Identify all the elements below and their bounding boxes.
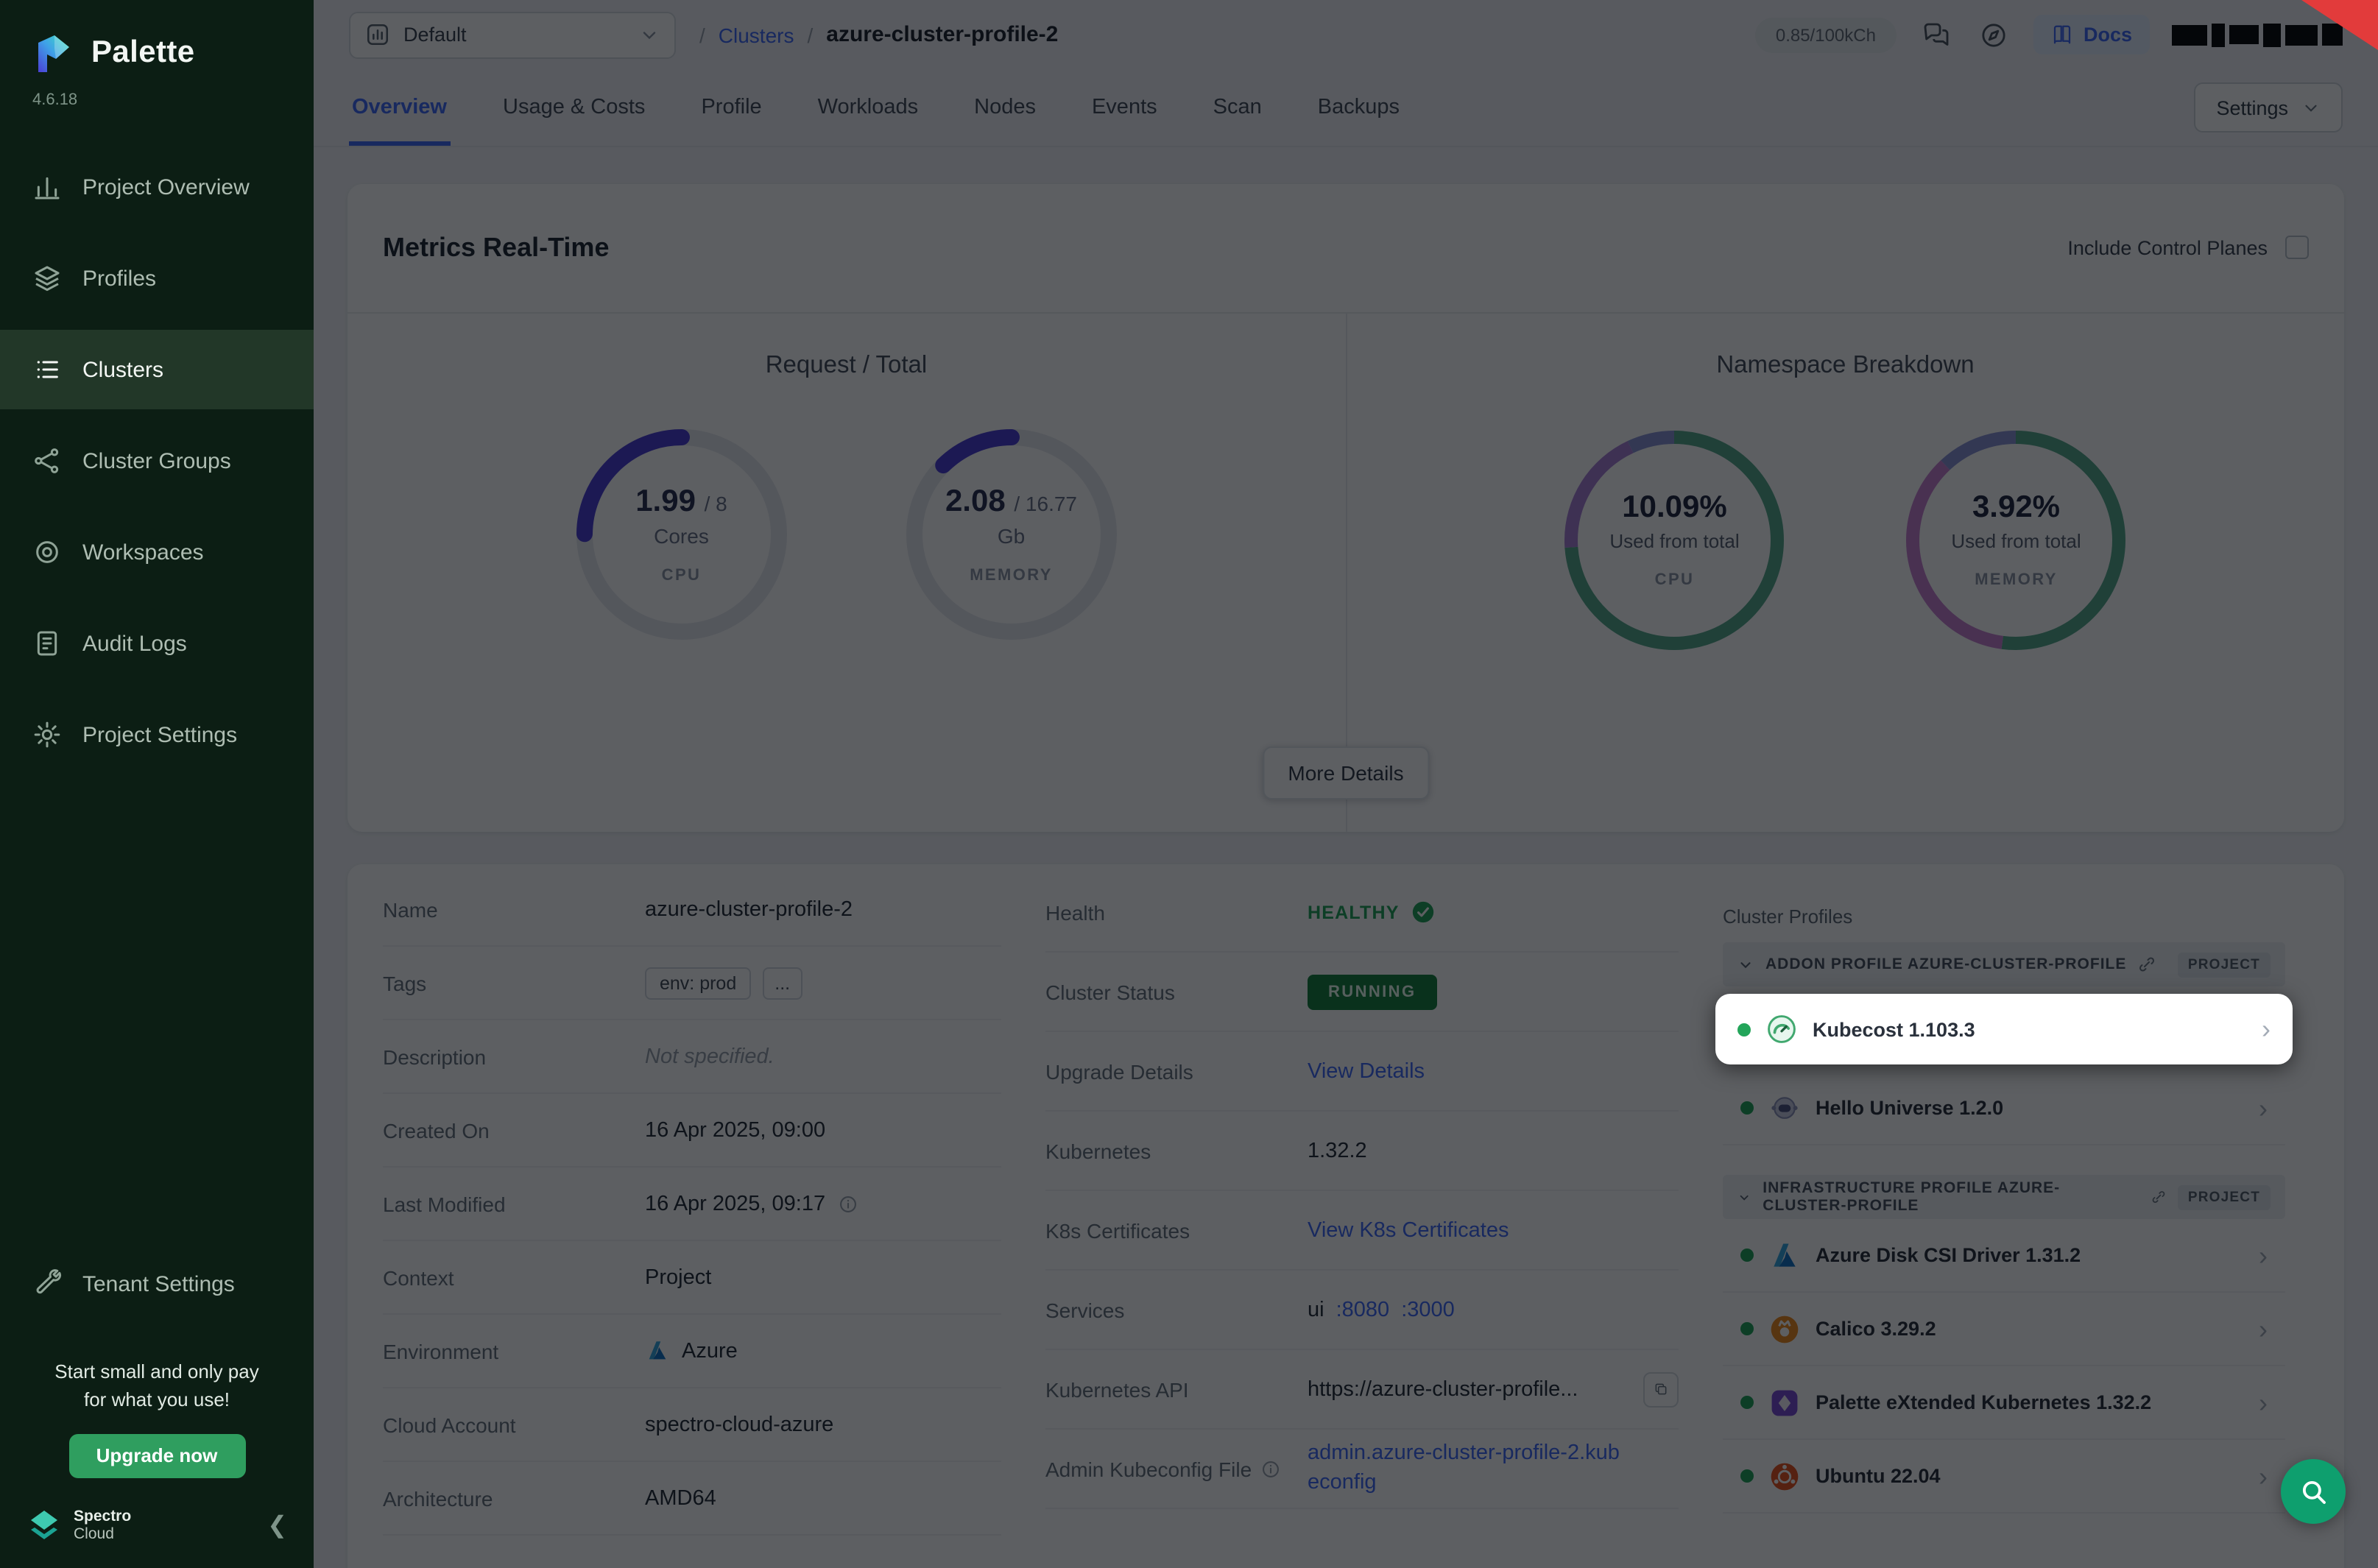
palette-logo-icon [29, 29, 77, 77]
sidebar-item-clusters[interactable]: Clusters [0, 330, 314, 409]
sidebar: Palette 4.6.18 Project Overview Profiles [0, 0, 314, 1568]
sidebar-item-project-overview[interactable]: Project Overview [0, 147, 314, 227]
sidebar-item-label: Clusters [82, 357, 163, 382]
sidebar-item-label: Project Settings [82, 722, 237, 747]
search-icon [2298, 1476, 2329, 1507]
sidebar-collapse-chevron-icon[interactable]: ❮ [267, 1511, 287, 1541]
chevron-right-icon: › [2262, 1016, 2271, 1042]
kubecost-icon [1765, 1013, 1798, 1045]
spectro-cloud-logo-icon [27, 1508, 62, 1544]
sidebar-item-project-settings[interactable]: Project Settings [0, 695, 314, 774]
sidebar-item-label: Project Overview [82, 174, 250, 199]
bar-chart-icon [32, 172, 62, 202]
sidebar-item-label: Profiles [82, 266, 156, 291]
sidebar-item-audit-logs[interactable]: Audit Logs [0, 604, 314, 683]
upgrade-promo-text: Start small and only pay for what you us… [18, 1360, 296, 1413]
status-dot [1737, 1023, 1751, 1036]
profile-item-name: Kubecost 1.103.3 [1813, 1018, 1975, 1040]
sidebar-item-label: Workspaces [82, 540, 204, 565]
sidebar-item-workspaces[interactable]: Workspaces [0, 512, 314, 592]
target-icon [32, 537, 62, 567]
search-fab-button[interactable] [2281, 1459, 2346, 1524]
sidebar-item-cluster-groups[interactable]: Cluster Groups [0, 421, 314, 501]
recording-corner-marker [2301, 0, 2378, 50]
sidebar-item-tenant-settings[interactable]: Tenant Settings [0, 1245, 314, 1324]
sidebar-item-profiles[interactable]: Profiles [0, 239, 314, 318]
sidebar-nav: Project Overview Profiles Clusters Clust… [0, 147, 314, 786]
sidebar-footer: Spectro Cloud ❮ [0, 1478, 314, 1568]
main-area: Default / Clusters / azure-cluster-profi… [314, 0, 2378, 1568]
brand-name: Palette [91, 35, 195, 71]
tour-overlay [314, 0, 2378, 1568]
spectro-cloud-wordmark: Spectro Cloud [74, 1508, 131, 1544]
network-icon [32, 446, 62, 476]
sidebar-item-label: Tenant Settings [82, 1272, 235, 1297]
gear-icon [32, 720, 62, 749]
document-icon [32, 629, 62, 658]
list-icon [32, 355, 62, 384]
brand-logo-row: Palette [0, 0, 314, 80]
app-root: Palette 4.6.18 Project Overview Profiles [0, 0, 2378, 1568]
profile-item-kubecost[interactable]: Kubecost 1.103.3 › [1715, 994, 2293, 1064]
tools-icon [32, 1270, 62, 1299]
sidebar-item-label: Cluster Groups [82, 448, 231, 473]
app-version: 4.6.18 [0, 80, 314, 109]
layers-icon [32, 264, 62, 293]
sidebar-item-label: Audit Logs [82, 631, 187, 656]
upgrade-now-button[interactable]: Upgrade now [68, 1434, 245, 1478]
